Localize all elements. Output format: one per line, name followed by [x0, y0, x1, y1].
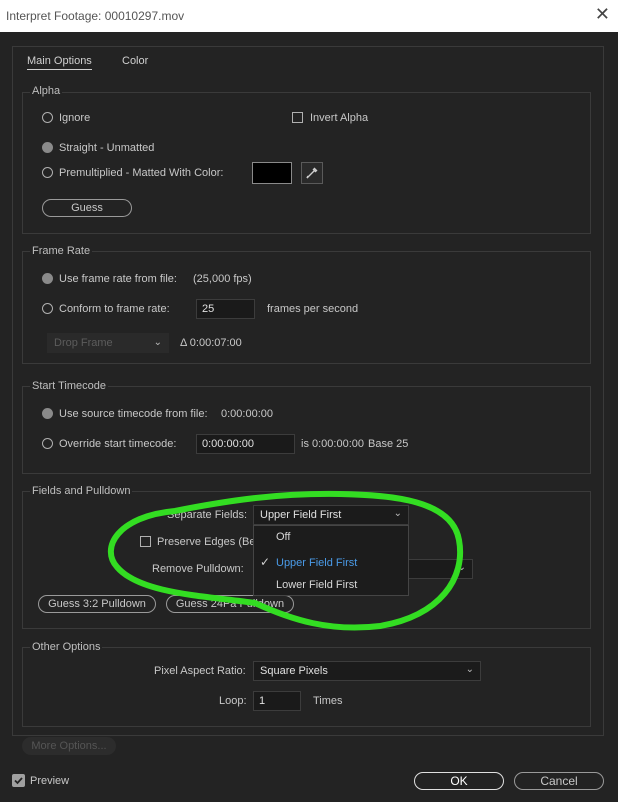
preview-label: Preview: [30, 775, 70, 787]
loop-label: Loop:: [219, 695, 247, 707]
more-options-button[interactable]: More Options...: [22, 737, 116, 755]
par-label: Pixel Aspect Ratio:: [154, 665, 246, 677]
times-label: Times: [313, 695, 343, 707]
par-dropdown[interactable]: Square Pixels ⌄: [253, 661, 481, 681]
other-options-group: [22, 647, 591, 727]
green-circle-mark: [107, 490, 464, 631]
par-value: Square Pixels: [260, 665, 328, 677]
checkmark-icon: [14, 777, 23, 785]
preview-checkbox[interactable]: [12, 774, 25, 787]
ok-button[interactable]: OK: [414, 772, 504, 790]
cancel-button[interactable]: Cancel: [514, 772, 604, 790]
other-options-group-label: Other Options: [30, 641, 103, 653]
loop-input[interactable]: 1: [253, 691, 301, 711]
chevron-down-icon: ⌄: [465, 664, 474, 675]
